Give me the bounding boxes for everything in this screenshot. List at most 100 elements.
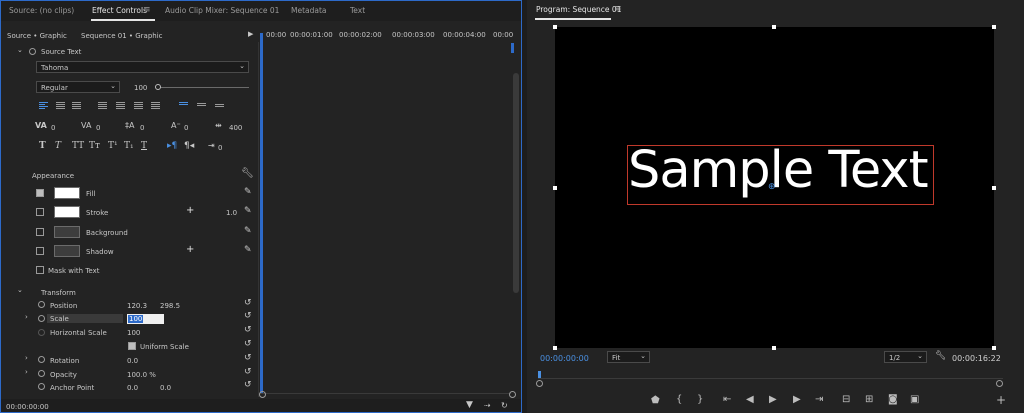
sequence-crumb[interactable]: Sequence 01 • Graphic: [81, 32, 163, 40]
stopwatch-icon[interactable]: [29, 48, 36, 55]
rotation-value[interactable]: 0.0: [127, 357, 138, 365]
tab-audio-clip-mixer[interactable]: Audio Clip Mixer: Sequence 01: [165, 6, 279, 15]
align-bottom-icon[interactable]: [215, 104, 224, 112]
mark-out-icon[interactable]: }: [697, 394, 703, 405]
justify-left-icon[interactable]: [98, 102, 107, 110]
anchor-x-value[interactable]: 0.0: [127, 384, 138, 392]
superscript-button[interactable]: T¹: [108, 141, 118, 151]
expand-chevron-icon[interactable]: ›: [25, 368, 28, 376]
stopwatch-icon[interactable]: [38, 383, 45, 390]
hamburger-icon[interactable]: ≡: [143, 5, 151, 15]
eyedropper-icon[interactable]: ✎: [244, 187, 252, 197]
tab-source[interactable]: Source: (no clips): [9, 6, 74, 15]
baseline-value[interactable]: 0: [184, 124, 188, 132]
hamburger-icon[interactable]: ≡: [614, 4, 622, 14]
add-button-icon[interactable]: +: [996, 393, 1006, 407]
mini-timeline-ruler[interactable]: 00:00 00:00:01:00 00:00:02:00 00:00:03:0…: [260, 28, 520, 42]
resolution-dropdown[interactable]: 1/2 ⌄: [884, 351, 927, 363]
stopwatch-icon[interactable]: [38, 315, 45, 322]
opacity-value[interactable]: 100.0 %: [127, 371, 156, 379]
align-center-icon[interactable]: [56, 102, 65, 110]
small-caps-button[interactable]: Tт: [89, 141, 100, 151]
shadow-color-swatch[interactable]: [54, 245, 80, 257]
position-y-value[interactable]: 298.5: [160, 302, 180, 310]
reset-icon[interactable]: ↺: [244, 311, 252, 321]
wrench-icon[interactable]: 🔧︎: [241, 168, 254, 179]
edge-handle[interactable]: [553, 186, 557, 190]
stroke-width[interactable]: 1.0: [226, 209, 237, 217]
mark-in-icon[interactable]: {: [676, 394, 682, 405]
tab-metadata[interactable]: Metadata: [291, 6, 327, 15]
eyedropper-icon[interactable]: ✎: [244, 245, 252, 255]
anchor-y-value[interactable]: 0.0: [160, 384, 171, 392]
add-stroke-icon[interactable]: +: [186, 205, 194, 216]
stopwatch-icon[interactable]: [38, 356, 45, 363]
add-shadow-icon[interactable]: +: [186, 244, 194, 255]
go-to-out-icon[interactable]: ⇥: [815, 394, 823, 405]
align-middle-icon[interactable]: [197, 103, 206, 111]
loop-icon[interactable]: ↻: [501, 401, 508, 410]
fill-checkbox[interactable]: [36, 189, 44, 197]
reset-icon[interactable]: ↺: [244, 380, 252, 390]
source-crumb[interactable]: Source • Graphic: [7, 32, 67, 40]
fit-dropdown[interactable]: Fit ⌄: [607, 351, 650, 363]
edge-handle[interactable]: [992, 186, 996, 190]
stroke-color-swatch[interactable]: [54, 206, 80, 218]
background-color-swatch[interactable]: [54, 226, 80, 238]
reset-icon[interactable]: ↺: [244, 298, 252, 308]
scrollbar[interactable]: [513, 73, 519, 293]
collapse-chevron-icon[interactable]: ⌄: [17, 46, 23, 54]
zoom-handle-left[interactable]: [536, 380, 543, 387]
zoom-scrollbar[interactable]: [259, 393, 511, 399]
edge-handle[interactable]: [772, 25, 776, 29]
mask-checkbox[interactable]: [36, 266, 44, 274]
stroke-checkbox[interactable]: [36, 208, 44, 216]
rtl-icon[interactable]: ¶◂: [184, 141, 194, 151]
zoom-handle-left[interactable]: [259, 391, 266, 398]
add-marker-icon[interactable]: ⬟: [651, 395, 660, 406]
corner-handle[interactable]: [992, 346, 996, 350]
filter-icon[interactable]: ▼: [466, 400, 473, 410]
comparison-view-icon[interactable]: ▣: [910, 394, 919, 405]
current-timecode[interactable]: 00:00:00:00: [540, 354, 589, 363]
justify-center-icon[interactable]: [116, 102, 125, 110]
faux-italic-button[interactable]: T: [55, 141, 61, 151]
anchor-point-icon[interactable]: ⊕: [768, 182, 776, 192]
scale-input[interactable]: 100: [127, 314, 164, 324]
font-dropdown[interactable]: Tahoma ⌄: [36, 61, 249, 73]
edge-handle[interactable]: [772, 346, 776, 350]
all-caps-button[interactable]: TT: [72, 141, 84, 151]
justify-right-icon[interactable]: [134, 102, 143, 110]
tsume-value[interactable]: 400: [229, 124, 242, 132]
leading-value[interactable]: 0: [140, 124, 144, 132]
expand-chevron-icon[interactable]: ›: [25, 354, 28, 362]
time-ruler[interactable]: [538, 378, 1003, 379]
stopwatch-icon[interactable]: [38, 370, 45, 377]
font-style-dropdown[interactable]: Regular ⌄: [36, 81, 120, 93]
tracking-value[interactable]: 0: [96, 124, 100, 132]
tab-effect-controls[interactable]: Effect Controls: [92, 6, 147, 15]
wrench-icon[interactable]: 🔧︎: [935, 351, 946, 361]
corner-handle[interactable]: [553, 25, 557, 29]
fill-color-swatch[interactable]: [54, 187, 80, 199]
reset-icon[interactable]: ↺: [244, 339, 252, 349]
step-forward-icon[interactable]: ▶: [793, 394, 801, 405]
collapse-chevron-icon[interactable]: ⌄: [17, 286, 23, 294]
subscript-button[interactable]: T₁: [124, 141, 134, 151]
corner-handle[interactable]: [553, 346, 557, 350]
position-x-value[interactable]: 120.3: [127, 302, 147, 310]
align-left-icon[interactable]: [39, 102, 48, 110]
shadow-checkbox[interactable]: [36, 247, 44, 255]
corner-handle[interactable]: [992, 25, 996, 29]
font-size-slider[interactable]: [156, 87, 249, 88]
background-checkbox[interactable]: [36, 228, 44, 236]
playhead[interactable]: [260, 33, 263, 393]
play-icon[interactable]: ▶: [248, 30, 253, 38]
video-frame[interactable]: Sample Text ⊕: [555, 27, 994, 348]
go-to-in-icon[interactable]: ⇤: [723, 394, 731, 405]
program-monitor-title[interactable]: Program: Sequence 01: [536, 5, 621, 14]
eyedropper-icon[interactable]: ✎: [244, 206, 252, 216]
zoom-handle-right[interactable]: [509, 391, 516, 398]
faux-bold-button[interactable]: T: [39, 141, 46, 151]
playhead[interactable]: [538, 371, 541, 378]
